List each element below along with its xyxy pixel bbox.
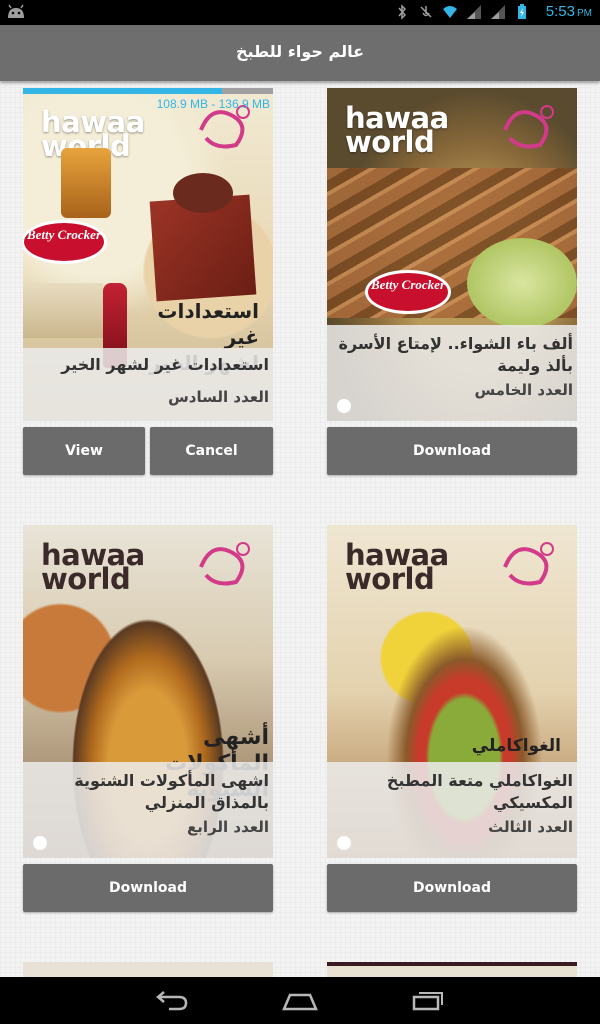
download-button[interactable]: Download	[23, 864, 273, 912]
issue-info: استعدادات غير لشهر الخير العدد السادس	[23, 348, 273, 421]
cover-headline: الغواكاملي	[471, 736, 561, 756]
sponsor-badge: Betty Crocker	[23, 220, 107, 264]
view-button[interactable]: View	[23, 427, 145, 475]
next-issue-card-peek[interactable]	[23, 962, 273, 977]
download-progress-bar	[23, 88, 273, 94]
hawaa-logo	[503, 105, 554, 149]
signal-icon	[467, 5, 481, 19]
issue-number: العدد الخامس	[474, 381, 573, 399]
issue-card[interactable]: hawaa world Betty Crocker ألف باء الشواء…	[327, 88, 577, 421]
cancel-button[interactable]: Cancel	[150, 427, 273, 475]
issue-title: استعدادات غير لشهر الخير	[61, 355, 269, 374]
issue-title: اشهى المأكولات الشتوية بالمذاق المنزلي	[74, 771, 269, 812]
download-progress-label: 108.9 MB - 136.9 MB	[156, 97, 270, 111]
clock: 5:53 PM	[545, 3, 592, 20]
navigation-bar	[0, 977, 600, 1024]
magazine-brand: hawaa world	[345, 101, 449, 159]
issue-title: الغواكاملي متعة المطبخ المكسيكي	[386, 771, 573, 812]
hawaa-logo	[199, 542, 250, 586]
issue-info: الغواكاملي متعة المطبخ المكسيكي العدد ال…	[327, 762, 577, 858]
signal-icon	[491, 5, 505, 19]
app-title: عالم حواء للطبخ	[235, 42, 365, 61]
mute-icon	[420, 6, 432, 18]
magazine-brand: hawaa world	[41, 538, 145, 596]
issue-card[interactable]: hawaa world أشهى المأكولات الشتوية اشهى …	[23, 525, 273, 858]
download-button[interactable]: Download	[327, 427, 577, 475]
issue-info: اشهى المأكولات الشتوية بالمذاق المنزلي ا…	[23, 762, 273, 858]
android-icon	[8, 4, 24, 18]
back-icon[interactable]	[155, 989, 189, 1011]
recents-icon[interactable]	[410, 989, 446, 1011]
status-bar: 5:53 PM	[0, 0, 600, 25]
download-button[interactable]: Download	[327, 864, 577, 912]
bluetooth-icon	[398, 4, 407, 20]
wifi-icon	[443, 6, 457, 18]
issue-number: العدد الثالث	[488, 818, 573, 836]
issue-title: ألف باء الشواء.. لإمتاع الأسرة بألذ وليم…	[338, 334, 573, 375]
hawaa-logo	[503, 542, 554, 586]
battery-icon	[518, 4, 526, 19]
issue-number: العدد السادس	[168, 388, 269, 406]
back-arrow-icon	[33, 836, 47, 850]
issue-info: ألف باء الشواء.. لإمتاع الأسرة بألذ وليم…	[327, 325, 577, 421]
sponsor-badge: Betty Crocker	[365, 270, 451, 314]
magazine-brand: hawaa world	[345, 538, 449, 596]
home-icon[interactable]	[282, 989, 318, 1011]
issue-card[interactable]: 108.9 MB - 136.9 MB hawaa world Betty Cr…	[23, 88, 273, 421]
issue-card[interactable]: hawaa world الغواكاملي الغواكاملي متعة ا…	[327, 525, 577, 858]
back-arrow-icon	[337, 399, 351, 413]
action-bar: عالم حواء للطبخ	[0, 25, 600, 81]
issue-number: العدد الرابع	[187, 818, 269, 836]
next-issue-card-peek[interactable]	[327, 962, 577, 977]
back-arrow-icon	[337, 836, 351, 850]
